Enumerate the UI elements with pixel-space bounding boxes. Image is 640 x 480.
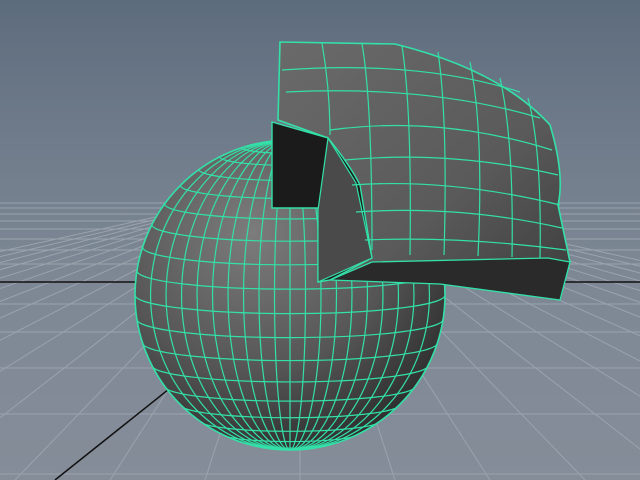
viewport-canvas[interactable] xyxy=(0,0,640,480)
3d-viewport[interactable] xyxy=(0,0,640,480)
